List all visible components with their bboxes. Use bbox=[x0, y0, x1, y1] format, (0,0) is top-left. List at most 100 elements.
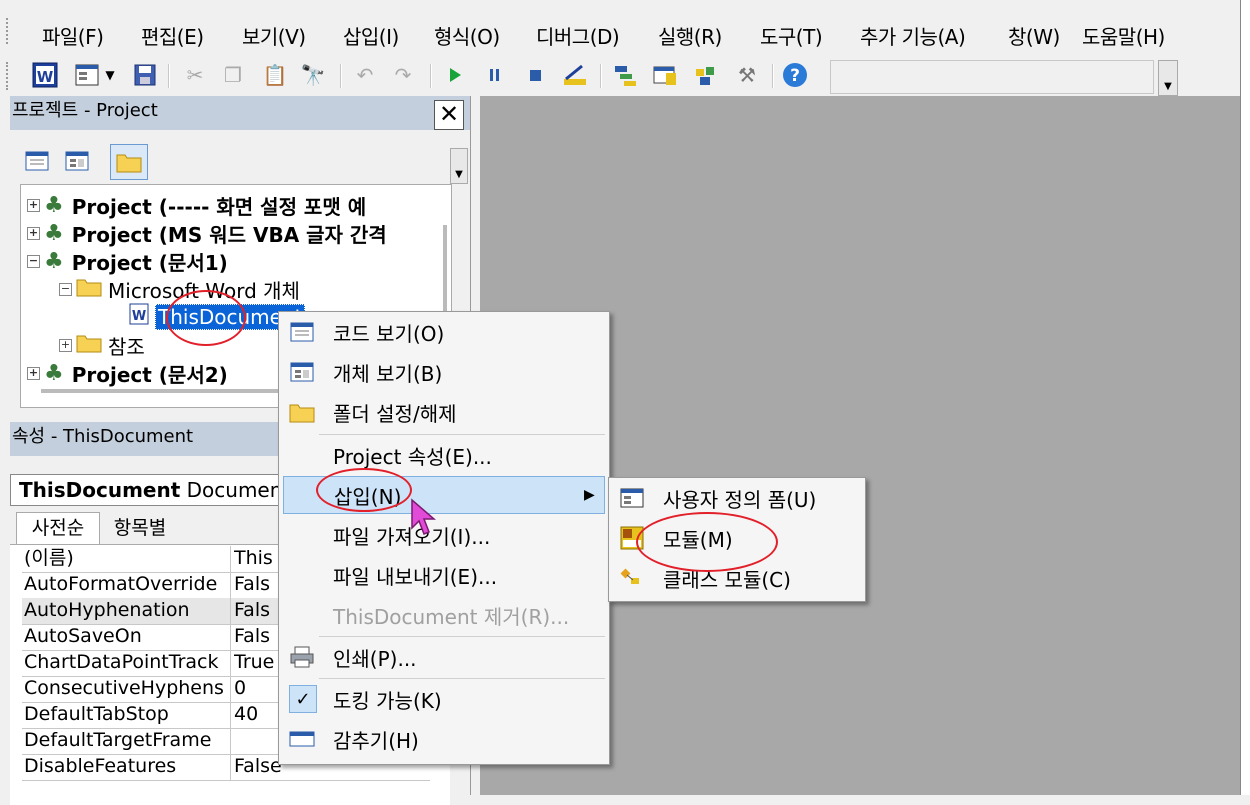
tab-alphabetic[interactable]: 사전순 bbox=[16, 512, 100, 545]
tree-item-project[interactable]: + ♣ Project (MS 워드 VBA 글자 간격 bbox=[27, 219, 387, 248]
checkmark-icon: ✓ bbox=[289, 685, 317, 713]
menu-item-label: 폴더 설정/해제 bbox=[333, 401, 457, 426]
object-type: Document bbox=[186, 478, 291, 502]
collapse-icon[interactable]: − bbox=[27, 255, 40, 268]
close-icon[interactable]: ✕ bbox=[434, 100, 464, 130]
module-icon bbox=[619, 525, 645, 551]
context-menu: 코드 보기(O) 개체 보기(B) 폴더 설정/해제 Project 속성(E)… bbox=[278, 311, 610, 765]
project-explorer-title: 프로젝트 - Project bbox=[10, 96, 470, 130]
menu-item-print[interactable]: 인쇄(P)... bbox=[283, 638, 605, 676]
expand-icon[interactable]: + bbox=[27, 367, 40, 380]
menu-item-label: 도킹 가능(K) bbox=[333, 688, 442, 713]
menu-item-label: ThisDocument 제거(R)... bbox=[333, 604, 570, 629]
menu-item-import-file[interactable]: 파일 가져오기(I)... bbox=[283, 516, 605, 554]
menu-separator bbox=[319, 678, 605, 679]
folder-icon bbox=[76, 333, 102, 358]
folder-icon bbox=[76, 277, 102, 302]
menu-separator bbox=[319, 636, 605, 637]
stop-icon[interactable] bbox=[522, 62, 548, 88]
property-name: (이름) bbox=[24, 546, 231, 572]
find-icon[interactable]: 🔭 bbox=[300, 62, 326, 88]
menubar-grip[interactable] bbox=[6, 18, 12, 44]
toolbar-grip[interactable] bbox=[6, 62, 12, 90]
toolbar-separator bbox=[600, 64, 602, 88]
tree-item-label: Project (문서2) bbox=[71, 363, 228, 387]
tree-item-folder[interactable]: − Microsoft Word 개체 bbox=[59, 275, 300, 304]
property-name: DisableFeatures bbox=[24, 754, 231, 780]
design-mode-icon[interactable] bbox=[562, 62, 588, 88]
menu-item-userform[interactable]: 사용자 정의 폼(U) bbox=[613, 479, 861, 517]
menu-item-label: 삽입(N) bbox=[334, 484, 402, 509]
paste-icon[interactable]: 📋 bbox=[262, 62, 288, 88]
tree-item-project[interactable]: + ♣ Project (----- 화면 설정 포맷 예 bbox=[27, 191, 366, 220]
help-icon[interactable]: ? bbox=[782, 62, 808, 88]
menu-debug[interactable]: 디버그(D) bbox=[536, 21, 620, 50]
tree-item-project[interactable]: − ♣ Project (문서1) bbox=[27, 247, 228, 276]
menu-format[interactable]: 형식(O) bbox=[434, 21, 500, 50]
menu-edit[interactable]: 편집(E) bbox=[141, 21, 204, 50]
property-name: ConsecutiveHyphens bbox=[24, 676, 231, 702]
undo-icon[interactable]: ↶ bbox=[352, 62, 378, 88]
save-icon[interactable] bbox=[132, 62, 158, 88]
menu-item-view-code[interactable]: 코드 보기(O) bbox=[283, 313, 605, 351]
project-icon: ♣ bbox=[44, 193, 64, 218]
view-code-icon[interactable] bbox=[24, 148, 50, 174]
menu-view[interactable]: 보기(V) bbox=[242, 21, 306, 50]
properties-window-icon[interactable] bbox=[652, 62, 678, 88]
tree-item-project[interactable]: + ♣ Project (문서2) bbox=[27, 359, 228, 388]
expand-icon[interactable]: + bbox=[27, 199, 40, 212]
toolbar-options-icon[interactable]: ▼ bbox=[1158, 60, 1178, 96]
object-name: ThisDocument bbox=[19, 478, 181, 502]
menu-item-view-object[interactable]: 개체 보기(B) bbox=[283, 353, 605, 391]
project-icon: ♣ bbox=[44, 361, 64, 386]
view-object-icon[interactable] bbox=[64, 148, 90, 174]
menu-file[interactable]: 파일(F) bbox=[42, 21, 104, 50]
expand-icon[interactable]: + bbox=[27, 227, 40, 240]
tree-item-label: 참조 bbox=[108, 335, 145, 359]
tree-item-label: Microsoft Word 개체 bbox=[108, 279, 300, 303]
object-browser-icon[interactable] bbox=[692, 62, 718, 88]
project-explorer-icon[interactable] bbox=[612, 62, 638, 88]
insert-userform-icon[interactable] bbox=[74, 62, 100, 88]
copy-icon[interactable]: ❐ bbox=[220, 62, 246, 88]
menu-tools[interactable]: 도구(T) bbox=[760, 21, 823, 50]
folder-icon bbox=[289, 399, 315, 425]
menu-item-export-file[interactable]: 파일 내보내기(E)... bbox=[283, 556, 605, 594]
menu-item-project-properties[interactable]: Project 속성(E)... bbox=[283, 436, 605, 474]
submenu-arrow-icon: ▶ bbox=[584, 487, 595, 503]
pane-options-icon[interactable]: ▼ bbox=[450, 148, 468, 184]
menu-insert[interactable]: 삽입(I) bbox=[343, 21, 399, 50]
userform-icon bbox=[619, 485, 645, 511]
menu-help[interactable]: 도움말(H) bbox=[1082, 21, 1165, 50]
run-icon[interactable] bbox=[442, 62, 468, 88]
toggle-folders-icon[interactable] bbox=[110, 144, 148, 180]
chevron-down-icon[interactable]: ▼ bbox=[102, 62, 118, 88]
property-name: ChartDataPointTrack bbox=[24, 650, 231, 676]
tab-categorized[interactable]: 항목별 bbox=[102, 514, 178, 544]
property-name: AutoSaveOn bbox=[24, 624, 231, 650]
view-object-icon bbox=[289, 359, 315, 385]
word-icon[interactable]: W bbox=[32, 62, 58, 88]
cut-icon[interactable]: ✂ bbox=[182, 62, 208, 88]
menu-item-toggle-folders[interactable]: 폴더 설정/해제 bbox=[283, 393, 605, 431]
menu-addins[interactable]: 추가 기능(A) bbox=[860, 21, 966, 50]
mouse-cursor bbox=[410, 498, 440, 538]
tree-item-label: Project (----- 화면 설정 포맷 예 bbox=[71, 195, 367, 219]
menu-item-dockable[interactable]: ✓ 도킹 가능(K) bbox=[283, 680, 605, 718]
menu-item-hide[interactable]: 감추기(H) bbox=[283, 720, 605, 758]
pause-icon[interactable] bbox=[482, 62, 508, 88]
menu-run[interactable]: 실행(R) bbox=[658, 21, 722, 50]
toolbox-icon[interactable]: ⚒ bbox=[734, 62, 760, 88]
window-edge bbox=[1240, 0, 1250, 795]
menu-window[interactable]: 창(W) bbox=[1008, 21, 1060, 50]
menu-item-label: 코드 보기(O) bbox=[333, 321, 445, 346]
tree-item-label: Project (문서1) bbox=[71, 251, 228, 275]
tree-item-references[interactable]: + 참조 bbox=[59, 331, 145, 360]
menu-item-module[interactable]: 모듈(M) bbox=[613, 519, 861, 557]
menu-item-insert[interactable]: 삽입(N) ▶ bbox=[283, 476, 605, 514]
expand-icon[interactable]: + bbox=[59, 339, 72, 352]
redo-icon[interactable]: ↷ bbox=[390, 62, 416, 88]
menu-item-class-module[interactable]: 클래스 모듈(C) bbox=[613, 559, 861, 597]
class-module-icon bbox=[619, 565, 645, 591]
collapse-icon[interactable]: − bbox=[59, 283, 72, 296]
